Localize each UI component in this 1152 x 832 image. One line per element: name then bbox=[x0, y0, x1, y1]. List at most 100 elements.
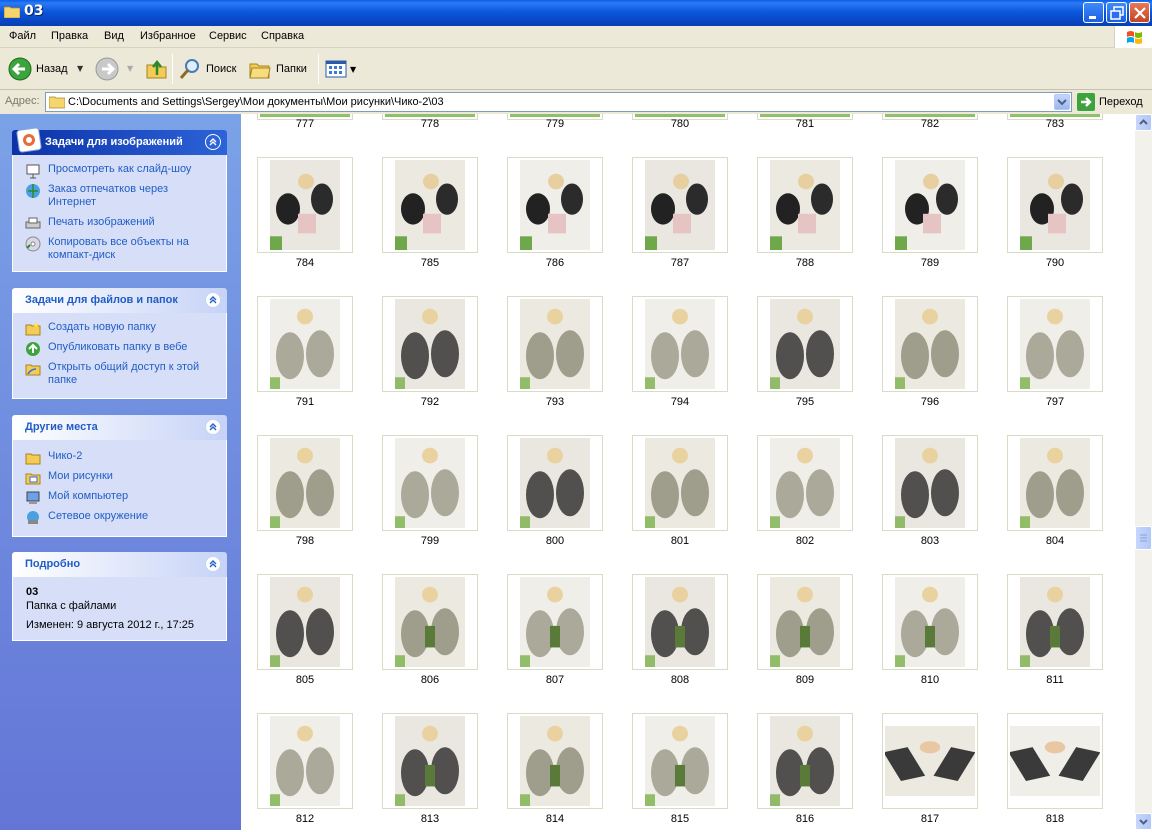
scroll-thumb[interactable] bbox=[1135, 526, 1152, 550]
order-prints-link[interactable]: Заказ отпечатков через Интернет bbox=[25, 183, 218, 209]
file-thumbnail[interactable] bbox=[757, 713, 853, 809]
file-name[interactable]: 812 bbox=[257, 813, 353, 825]
collapse-icon[interactable] bbox=[205, 556, 221, 572]
file-name[interactable]: 799 bbox=[382, 535, 478, 547]
forward-dropdown-icon[interactable]: ▼ bbox=[127, 64, 133, 73]
file-thumbnail[interactable] bbox=[257, 435, 353, 531]
file-thumbnail[interactable] bbox=[507, 296, 603, 392]
copy-to-cd-link[interactable]: Копировать все объекты на компакт-диск bbox=[25, 236, 218, 262]
maximize-button[interactable] bbox=[1106, 2, 1127, 23]
new-folder-link[interactable]: Создать новую папку bbox=[25, 321, 218, 336]
file-name[interactable]: 802 bbox=[757, 535, 853, 547]
file-name[interactable]: 800 bbox=[507, 535, 603, 547]
file-thumbnail[interactable] bbox=[632, 157, 728, 253]
file-thumbnail[interactable] bbox=[632, 574, 728, 670]
menu-view[interactable]: Вид bbox=[104, 30, 124, 42]
vertical-scrollbar[interactable] bbox=[1135, 114, 1152, 830]
views-button[interactable]: ▼ bbox=[324, 54, 356, 84]
file-name[interactable]: 795 bbox=[757, 396, 853, 408]
file-name[interactable]: 787 bbox=[632, 257, 728, 269]
file-name[interactable]: 808 bbox=[632, 674, 728, 686]
place-my-pictures-link[interactable]: Мои рисунки bbox=[25, 470, 218, 485]
publish-folder-link[interactable]: Опубликовать папку в вебе bbox=[25, 341, 218, 356]
file-name[interactable]: 791 bbox=[257, 396, 353, 408]
file-name[interactable]: 807 bbox=[507, 674, 603, 686]
close-button[interactable] bbox=[1129, 2, 1150, 23]
address-input[interactable]: C:\Documents and Settings\Sergey\Мои док… bbox=[45, 92, 1072, 112]
scroll-down-button[interactable] bbox=[1135, 813, 1152, 830]
file-name[interactable]: 814 bbox=[507, 813, 603, 825]
folders-button[interactable]: Папки bbox=[248, 54, 307, 84]
file-name[interactable]: 805 bbox=[257, 674, 353, 686]
go-button[interactable]: Переход bbox=[1077, 92, 1143, 112]
details-header[interactable]: Подробно bbox=[12, 552, 227, 577]
file-name[interactable]: 796 bbox=[882, 396, 978, 408]
file-name[interactable]: 806 bbox=[382, 674, 478, 686]
file-name[interactable]: 818 bbox=[1007, 813, 1103, 825]
search-button[interactable]: Поиск bbox=[178, 54, 236, 84]
menu-help[interactable]: Справка bbox=[261, 30, 304, 42]
collapse-icon[interactable] bbox=[205, 419, 221, 435]
scroll-up-button[interactable] bbox=[1135, 114, 1152, 131]
file-thumbnail[interactable] bbox=[507, 157, 603, 253]
back-dropdown-icon[interactable]: ▼ bbox=[77, 64, 83, 73]
file-name[interactable]: 782 bbox=[882, 118, 978, 130]
file-thumbnail[interactable] bbox=[632, 296, 728, 392]
file-thumbnail[interactable] bbox=[382, 713, 478, 809]
slideshow-link[interactable]: Просмотреть как слайд-шоу bbox=[25, 163, 218, 179]
file-thumbnail[interactable] bbox=[1007, 574, 1103, 670]
menu-edit[interactable]: Правка bbox=[51, 30, 88, 42]
place-network-link[interactable]: Сетевое окружение bbox=[25, 510, 218, 524]
file-name[interactable]: 794 bbox=[632, 396, 728, 408]
collapse-icon[interactable] bbox=[205, 134, 221, 150]
file-thumbnail[interactable] bbox=[882, 435, 978, 531]
file-thumbnail[interactable] bbox=[257, 296, 353, 392]
file-name[interactable]: 811 bbox=[1007, 674, 1103, 686]
file-thumbnail[interactable] bbox=[757, 296, 853, 392]
file-thumbnail[interactable] bbox=[882, 713, 978, 809]
place-my-computer-link[interactable]: Мой компьютер bbox=[25, 490, 218, 504]
file-thumbnail[interactable] bbox=[632, 713, 728, 809]
file-thumbnail[interactable] bbox=[382, 574, 478, 670]
file-name[interactable]: 786 bbox=[507, 257, 603, 269]
menu-file[interactable]: Файл bbox=[9, 30, 36, 42]
file-thumbnail[interactable] bbox=[382, 435, 478, 531]
file-thumbnail[interactable] bbox=[1007, 296, 1103, 392]
share-folder-link[interactable]: Открыть общий доступ к этой папке bbox=[25, 361, 218, 387]
file-thumbnail[interactable] bbox=[382, 296, 478, 392]
print-images-link[interactable]: Печать изображений bbox=[25, 216, 218, 229]
file-name[interactable]: 785 bbox=[382, 257, 478, 269]
file-thumbnail[interactable] bbox=[257, 574, 353, 670]
file-thumbnail[interactable] bbox=[757, 574, 853, 670]
file-name[interactable]: 778 bbox=[382, 118, 478, 130]
file-name[interactable]: 777 bbox=[257, 118, 353, 130]
file-name[interactable]: 784 bbox=[257, 257, 353, 269]
file-thumbnail[interactable] bbox=[507, 574, 603, 670]
file-name[interactable]: 815 bbox=[632, 813, 728, 825]
file-thumbnail[interactable] bbox=[1007, 157, 1103, 253]
file-name[interactable]: 790 bbox=[1007, 257, 1103, 269]
file-name[interactable]: 780 bbox=[632, 118, 728, 130]
image-tasks-header[interactable]: Задачи для изображений bbox=[12, 127, 227, 155]
file-name[interactable]: 788 bbox=[757, 257, 853, 269]
collapse-icon[interactable] bbox=[205, 292, 221, 308]
file-name[interactable]: 783 bbox=[1007, 118, 1103, 130]
minimize-button[interactable] bbox=[1083, 2, 1104, 23]
file-name[interactable]: 797 bbox=[1007, 396, 1103, 408]
file-name[interactable]: 816 bbox=[757, 813, 853, 825]
file-thumbnail[interactable] bbox=[382, 157, 478, 253]
file-thumbnail[interactable] bbox=[757, 435, 853, 531]
up-folder-button[interactable] bbox=[145, 54, 169, 84]
file-thumbnail[interactable] bbox=[507, 713, 603, 809]
file-name[interactable]: 781 bbox=[757, 118, 853, 130]
file-thumbnail[interactable] bbox=[882, 296, 978, 392]
file-name[interactable]: 809 bbox=[757, 674, 853, 686]
file-name[interactable]: 810 bbox=[882, 674, 978, 686]
back-button[interactable]: Назад bbox=[8, 54, 68, 84]
file-name[interactable]: 793 bbox=[507, 396, 603, 408]
menu-favorites[interactable]: Избранное bbox=[140, 30, 196, 42]
file-name[interactable]: 792 bbox=[382, 396, 478, 408]
file-thumbnail[interactable] bbox=[257, 157, 353, 253]
file-name[interactable]: 803 bbox=[882, 535, 978, 547]
file-name[interactable]: 804 bbox=[1007, 535, 1103, 547]
